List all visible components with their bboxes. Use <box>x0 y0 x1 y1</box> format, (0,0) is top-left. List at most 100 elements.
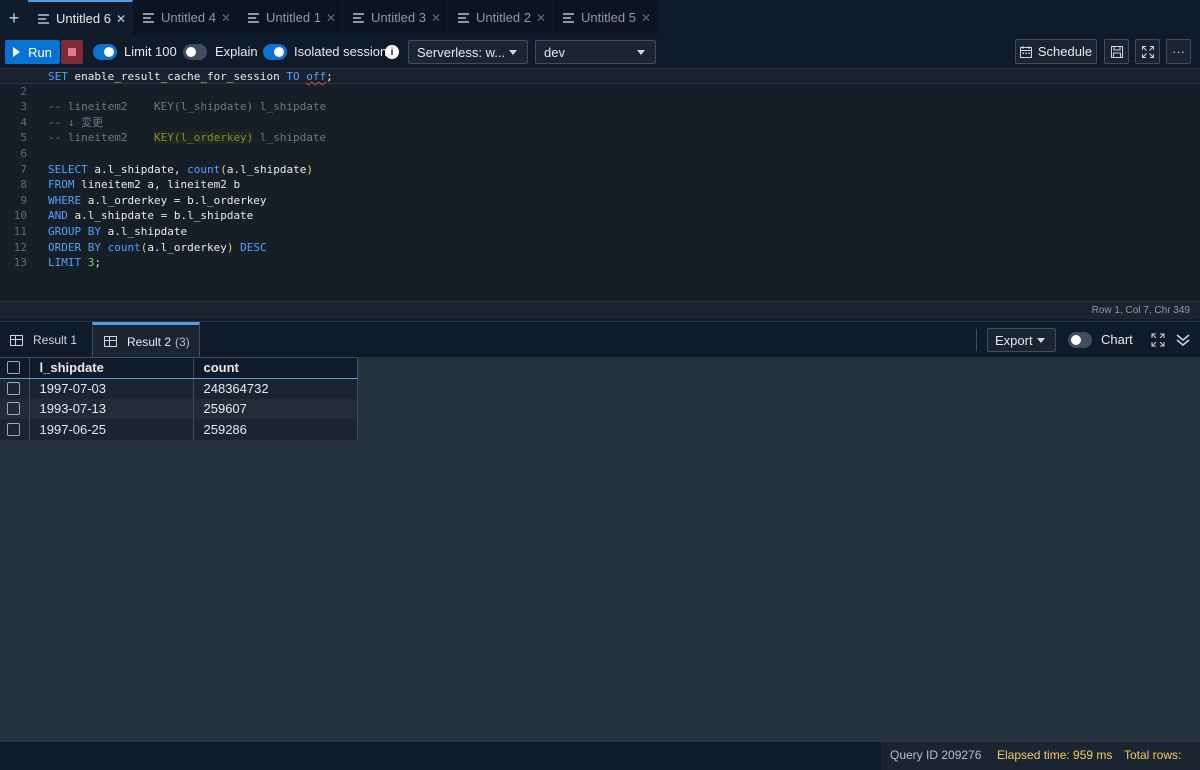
limit-label: Limit 100 <box>124 44 177 59</box>
more-icon: ··· <box>1172 44 1185 59</box>
table-icon <box>10 334 23 346</box>
database-select[interactable]: dev <box>535 40 656 64</box>
close-icon[interactable]: ✕ <box>221 11 231 25</box>
tab-label: Untitled 1 <box>266 10 321 25</box>
code-area[interactable]: SET enable_result_cache_for_session TO o… <box>0 68 1200 271</box>
line-number: 4 <box>20 115 27 129</box>
tab-untitled-1[interactable]: Untitled 1 ✕ <box>238 0 343 35</box>
run-button[interactable]: Run <box>5 40 60 64</box>
code-line-9: WHERE a.l_orderkey = b.l_orderkey <box>48 193 267 207</box>
tab-untitled-6[interactable]: Untitled 6 ✕ <box>28 0 133 35</box>
sql-editor[interactable]: 1 2 3 4 5 6 7 8 9 10 11 12 13 SET enable… <box>0 68 1200 301</box>
results-panel: l_shipdate count 1997-07-03 248364732 19… <box>0 357 1200 741</box>
table-icon <box>104 336 117 347</box>
column-header[interactable]: l_shipdate <box>29 357 194 379</box>
isolated-session-label: Isolated session <box>294 44 388 59</box>
save-icon <box>1110 45 1123 58</box>
result-tab-label: Result 1 <box>33 333 78 347</box>
tab-untitled-2[interactable]: Untitled 2 ✕ <box>448 0 553 35</box>
table-cell[interactable]: 259286 <box>193 419 358 440</box>
export-label: Export <box>995 332 1033 348</box>
line-number: 6 <box>20 146 27 160</box>
file-lines-icon <box>38 13 49 24</box>
schedule-button[interactable]: Schedule <box>1015 39 1097 64</box>
row-checkbox[interactable] <box>7 382 20 395</box>
chart-toggle[interactable] <box>1068 332 1092 348</box>
query-toolbar: Run Limit 100 Explain Isolated session i… <box>0 36 1200 68</box>
file-lines-icon <box>143 12 154 23</box>
limit-toggle[interactable] <box>93 44 117 60</box>
save-button[interactable] <box>1104 39 1129 64</box>
table-cell[interactable]: 1993-07-13 <box>29 398 194 419</box>
code-line-11: GROUP BY a.l_shipdate <box>48 224 188 238</box>
close-icon[interactable]: ✕ <box>641 11 651 25</box>
explain-label: Explain <box>215 44 258 59</box>
line-number: 9 <box>20 193 27 207</box>
code-line-10: AND a.l_shipdate = b.l_shipdate <box>48 209 254 223</box>
close-icon[interactable]: ✕ <box>326 11 336 25</box>
line-number: 12 <box>13 240 27 254</box>
tab-result-1[interactable]: Result 1 <box>0 322 92 358</box>
code-line-13: LIMIT 3; <box>48 256 101 270</box>
table-cell[interactable]: 248364732 <box>193 378 358 399</box>
result-tab-label: Result 2 <box>127 334 172 349</box>
tab-label: Untitled 4 <box>161 10 216 25</box>
file-lines-icon <box>458 12 469 23</box>
tab-untitled-3[interactable]: Untitled 3 ✕ <box>343 0 448 35</box>
toolbar-divider <box>976 329 977 351</box>
play-icon <box>13 47 21 57</box>
row-select-cell <box>0 419 30 440</box>
chart-label: Chart <box>1101 332 1133 347</box>
select-all-checkbox[interactable] <box>7 361 20 375</box>
row-checkbox[interactable] <box>7 402 20 416</box>
total-rows: Total rows: 3 <box>1115 742 1200 770</box>
result-count: (3) <box>175 334 190 349</box>
table-cell[interactable]: 1997-07-03 <box>29 378 194 399</box>
table-cell[interactable]: 1997-06-25 <box>29 419 194 440</box>
row-select-cell <box>0 398 30 419</box>
tab-label: Untitled 3 <box>371 10 426 25</box>
close-icon[interactable]: ✕ <box>536 11 546 25</box>
collapse-icon[interactable] <box>1176 333 1190 347</box>
line-number: 11 <box>13 224 27 238</box>
explain-toggle[interactable] <box>183 44 207 60</box>
fullscreen-icon <box>1141 45 1154 58</box>
tab-untitled-5[interactable]: Untitled 5 ✕ <box>553 0 658 35</box>
workgroup-select[interactable]: Serverless: w... <box>408 40 528 64</box>
tab-label: Untitled 6 <box>56 11 111 26</box>
plus-icon: + <box>8 7 20 28</box>
close-icon[interactable]: ✕ <box>116 12 126 26</box>
table-cell[interactable]: 259607 <box>193 398 358 419</box>
line-number: 8 <box>20 178 27 192</box>
info-icon[interactable]: i <box>385 45 399 59</box>
tab-untitled-4[interactable]: Untitled 4 ✕ <box>133 0 238 35</box>
tab-list: Untitled 6 ✕ Untitled 4 ✕ Untitled 1 ✕ U… <box>28 0 658 35</box>
code-line-12: ORDER BY count(a.l_orderkey) DESC <box>48 240 267 254</box>
close-icon[interactable]: ✕ <box>431 11 441 25</box>
file-lines-icon <box>563 12 574 23</box>
file-lines-icon <box>353 12 364 23</box>
table-row: 1993-07-13 259607 <box>0 398 358 419</box>
expand-icon[interactable] <box>1151 333 1165 347</box>
add-tab-button[interactable]: + <box>0 0 28 36</box>
tab-result-2[interactable]: Result 2 (3) <box>92 322 200 358</box>
line-number: 3 <box>20 100 27 114</box>
line-number: 5 <box>20 131 27 145</box>
run-label: Run <box>28 44 52 60</box>
results-table: l_shipdate count 1997-07-03 248364732 19… <box>0 357 358 440</box>
file-lines-icon <box>248 12 259 23</box>
stop-icon <box>68 48 76 56</box>
code-line-1: SET enable_result_cache_for_session TO o… <box>0 68 1200 84</box>
isolated-session-toggle[interactable] <box>263 44 287 60</box>
row-checkbox[interactable] <box>7 422 20 436</box>
fullscreen-button[interactable] <box>1135 39 1160 64</box>
code-line-5: -- lineitem2 KEY(l_orderkey) l_shipdate <box>48 131 327 145</box>
workgroup-value: Serverless: w... <box>417 44 506 60</box>
stop-button[interactable] <box>61 40 83 64</box>
export-button[interactable]: Export <box>987 328 1056 352</box>
more-button[interactable]: ··· <box>1166 39 1191 64</box>
column-header[interactable]: count <box>193 357 358 379</box>
line-number: 13 <box>13 256 27 270</box>
line-number-gutter: 1 2 3 4 5 6 7 8 9 10 11 12 13 <box>0 68 36 301</box>
